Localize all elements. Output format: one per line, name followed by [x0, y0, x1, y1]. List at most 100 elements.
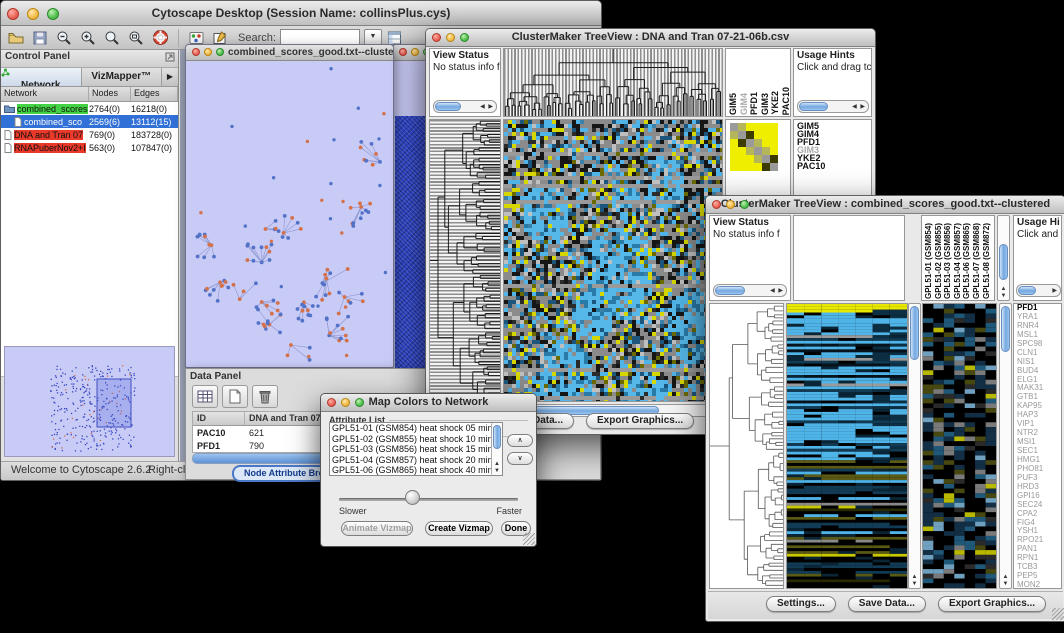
- usage-hints-scrollbar[interactable]: ▶: [1016, 284, 1061, 297]
- save-icon[interactable]: [31, 29, 49, 47]
- network-list-item[interactable]: combined_scores 2764(0) 16218(0): [1, 102, 178, 115]
- new-document-icon[interactable]: [222, 385, 248, 408]
- float-panel-icon[interactable]: [165, 52, 175, 62]
- resize-grip[interactable]: [1052, 608, 1064, 620]
- node-count: 563(0): [89, 143, 131, 153]
- heatmap-vertical-scrollbar[interactable]: ▲▼: [908, 303, 921, 589]
- network-name: combined_scores: [17, 104, 88, 114]
- zoom-vertical-scrollbar[interactable]: ▲▼: [999, 303, 1012, 589]
- column-header-id[interactable]: ID: [193, 412, 245, 425]
- zoom-button[interactable]: [355, 398, 364, 407]
- close-button[interactable]: [327, 398, 336, 407]
- zoom-fit-icon[interactable]: [103, 29, 121, 47]
- expression-heatmap[interactable]: [786, 303, 908, 589]
- attribute-list-scrollbar[interactable]: ▲▼: [491, 423, 502, 475]
- zoom-button[interactable]: [47, 8, 59, 20]
- tab-vizmapper[interactable]: VizMapper™: [82, 68, 163, 86]
- node-count: 2764(0): [89, 104, 131, 114]
- treeview-dna-title-bar[interactable]: ClusterMaker TreeView : DNA and Tran 07-…: [426, 29, 875, 47]
- zoom-out-icon[interactable]: [55, 29, 73, 47]
- settings-button[interactable]: Settings...: [766, 596, 836, 612]
- gene-name-list[interactable]: PFD1YRA1RNR4MSL1SPC98CLN1NIS1BUD4ELG1MAK…: [1013, 303, 1062, 589]
- close-button[interactable]: [432, 33, 441, 42]
- zoom-selected-icon[interactable]: [127, 29, 145, 47]
- window-title: ClusterMaker TreeView : DNA and Tran 07-…: [512, 31, 790, 43]
- frame-title: combined_scores_good.txt--cluste...: [228, 47, 393, 58]
- array-label: GIM5: [728, 93, 738, 115]
- save-data-button[interactable]: Save Data...: [848, 596, 926, 612]
- delete-icon[interactable]: [252, 385, 278, 408]
- minimize-button[interactable]: [27, 8, 39, 20]
- export-graphics-button[interactable]: Export Graphics...: [938, 596, 1046, 612]
- network-list-item[interactable]: RNAPuberNov2+I 563(0) 107847(0): [1, 141, 178, 154]
- frame-title-bar[interactable]: combined_scores_good.txt--cluste...: [186, 45, 393, 61]
- array-label: YKE2: [770, 91, 780, 115]
- data-panel-toolbar: [192, 385, 278, 408]
- gene-dendrogram[interactable]: [429, 119, 501, 402]
- minimize-button[interactable]: [446, 33, 455, 42]
- folder-icon: [4, 104, 15, 113]
- tab-network[interactable]: Network: [1, 68, 82, 86]
- table-icon[interactable]: [192, 385, 218, 408]
- network-list-item[interactable]: combined_sco 2569(6) 13112(15): [1, 115, 178, 128]
- network-canvas[interactable]: [187, 61, 392, 366]
- view-status-scrollbar[interactable]: ◀ ▶: [713, 284, 787, 297]
- control-panel-tabs: Network VizMapper™ ▶: [1, 68, 178, 87]
- array-label: GPL51-08 (GSM872): [982, 223, 991, 299]
- close-button[interactable]: [399, 48, 407, 56]
- tab-overflow-button[interactable]: ▶: [162, 68, 178, 86]
- attribute-list-item[interactable]: GPL51-03 (GSM856) heat shock 15 min: [330, 444, 502, 455]
- summary-heatmap[interactable]: [730, 123, 778, 171]
- dialog-title-bar[interactable]: Map Colors to Network: [321, 394, 536, 412]
- minimize-button[interactable]: [726, 200, 735, 209]
- edge-count: 107847(0): [131, 143, 178, 153]
- zoom-heatmap[interactable]: [922, 303, 997, 589]
- array-dendrogram[interactable]: [793, 215, 905, 301]
- zoom-button[interactable]: [216, 48, 224, 56]
- zoom-in-icon[interactable]: [79, 29, 97, 47]
- close-button[interactable]: [7, 8, 19, 20]
- row-id: PFD1: [193, 441, 245, 451]
- network-list: combined_scores 2764(0) 16218(0) combine…: [1, 102, 178, 154]
- zoom-button[interactable]: [740, 200, 749, 209]
- move-down-button[interactable]: ∨: [507, 452, 533, 465]
- attribute-list[interactable]: GPL51-01 (GSM854) heat shock 05 minGPL51…: [329, 422, 503, 476]
- usage-hints-scrollbar[interactable]: ◀ ▶: [797, 100, 869, 113]
- attribute-list-item[interactable]: GPL51-04 (GSM857) heat shock 20 min: [330, 455, 502, 466]
- treeview-combined-title-bar[interactable]: ClusterMaker TreeView : combined_scores_…: [706, 196, 1064, 214]
- minimize-button[interactable]: [411, 48, 419, 56]
- minimize-button[interactable]: [204, 48, 212, 56]
- help-lifering-icon[interactable]: [151, 29, 169, 47]
- network-overview-thumbnail[interactable]: [4, 346, 175, 457]
- close-button[interactable]: [712, 200, 721, 209]
- network-name: RNAPuberNov2+I: [14, 143, 86, 153]
- attribute-list-item[interactable]: GPL51-06 (GSM865) heat shock 40 min: [330, 465, 502, 476]
- array-dendrogram[interactable]: [503, 48, 723, 117]
- array-label: GIM3: [760, 93, 770, 115]
- animate-vizmap-button[interactable]: Animate Vizmap: [341, 521, 413, 536]
- network-list-item[interactable]: DNA and Tran 07 769(0) 183728(0): [1, 128, 178, 141]
- upper-vertical-scrollbar[interactable]: ▲▼: [997, 215, 1010, 301]
- create-vizmap-button[interactable]: Create Vizmap: [425, 521, 493, 536]
- animation-speed-slider[interactable]: [405, 490, 420, 505]
- open-folder-icon[interactable]: [7, 29, 25, 47]
- attribute-list-item[interactable]: GPL51-01 (GSM854) heat shock 05 min: [330, 423, 502, 434]
- attribute-list-item[interactable]: GPL51-02 (GSM855) heat shock 10 min: [330, 434, 502, 445]
- array-label: GPL51-04 (GSM857): [953, 223, 962, 299]
- attribute-list-item[interactable]: GPL51-07 (GSM868) heat shock 60 min: [330, 476, 502, 477]
- expression-heatmap[interactable]: [503, 119, 723, 402]
- gene-dendrogram[interactable]: [709, 303, 784, 589]
- close-button[interactable]: [192, 48, 200, 56]
- move-up-button[interactable]: ∧: [507, 434, 533, 447]
- animation-speed-slider-track[interactable]: [339, 498, 518, 501]
- zoom-button[interactable]: [460, 33, 469, 42]
- array-label: PFD1: [749, 92, 759, 115]
- usage-hints-panel: Usage Hi Click and ▶: [1013, 215, 1062, 301]
- export-graphics-button[interactable]: Export Graphics...: [586, 413, 694, 429]
- view-status-scrollbar[interactable]: ◀ ▶: [433, 100, 497, 113]
- resize-grip[interactable]: [523, 533, 535, 545]
- slower-label: Slower: [339, 506, 367, 516]
- minimize-button[interactable]: [341, 398, 350, 407]
- main-title-bar[interactable]: Cytoscape Desktop (Session Name: collins…: [1, 1, 601, 26]
- faster-label: Faster: [496, 506, 522, 516]
